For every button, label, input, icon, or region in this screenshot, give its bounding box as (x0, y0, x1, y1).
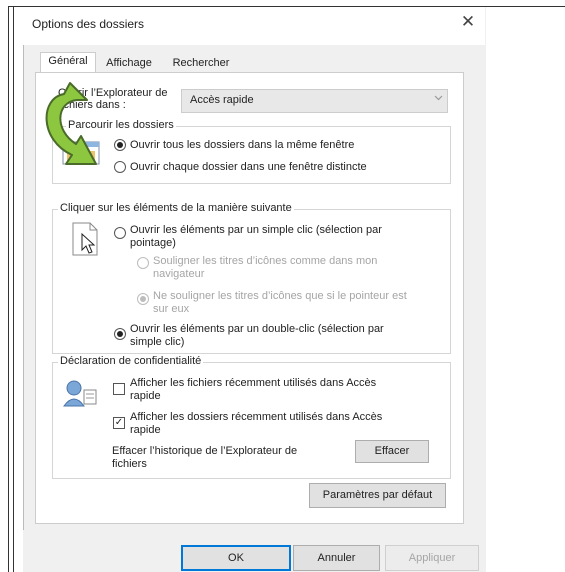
underline-browser-label-1: Souligner les titres d’icônes comme dans… (153, 255, 378, 267)
recent-folders-label-1: Afficher les dossiers récemment utilisés… (130, 411, 383, 423)
tab-general[interactable]: Général (40, 52, 96, 74)
tab-affichage[interactable]: Affichage (98, 55, 160, 72)
dialog-title: Options des dossiers (32, 17, 145, 31)
privacy-icon (62, 378, 98, 411)
clear-history-label-1: Effacer l’historique de l’Explorateur de (112, 445, 298, 457)
radio-same-window[interactable] (114, 139, 126, 151)
checkbox-recent-files[interactable] (113, 383, 125, 395)
recent-files-label-1: Afficher les fichiers récemment utilisés… (130, 377, 377, 389)
cancel-button[interactable]: Annuler (293, 545, 380, 571)
open-explorer-value: Accès rapide (190, 94, 254, 106)
same-window-label: Ouvrir tous les dossiers dans la même fe… (130, 139, 355, 151)
restore-defaults-button[interactable]: Paramètres par défaut (309, 483, 446, 508)
privacy-legend: Déclaration de confidentialité (58, 355, 204, 367)
chevron-down-icon (434, 93, 443, 105)
radio-underline-pointer[interactable] (137, 293, 149, 305)
double-click-label-1: Ouvrir les éléments par un double-clic (… (130, 323, 384, 335)
double-click-label-2: simple clic) (130, 336, 185, 348)
close-icon[interactable]: ✕ (458, 12, 478, 32)
pointer-document-icon (70, 222, 100, 259)
radio-single-click[interactable] (114, 227, 126, 239)
curved-arrow-icon (34, 80, 114, 178)
radio-separate-window[interactable] (114, 161, 126, 173)
tab-rechercher[interactable]: Rechercher (165, 55, 237, 72)
checkbox-recent-folders[interactable]: ✓ (113, 417, 125, 429)
recent-folders-label-2: rapide (130, 424, 161, 436)
frame-left-line (8, 6, 14, 572)
ok-button[interactable]: OK (181, 545, 291, 571)
underline-pointer-label-2: sur eux (153, 303, 190, 315)
recent-files-label-2: rapide (130, 390, 161, 402)
radio-underline-browser[interactable] (137, 257, 149, 269)
underline-browser-label-2: navigateur (153, 268, 205, 280)
apply-button[interactable]: Appliquer (385, 545, 479, 571)
radio-double-click[interactable] (114, 328, 126, 340)
clear-history-label-2: fichiers (112, 458, 147, 470)
single-click-label-2: pointage) (130, 237, 176, 249)
click-items-legend: Cliquer sur les éléments de la manière s… (58, 202, 294, 214)
underline-pointer-label-1: Ne souligner les titres d’icônes que si … (153, 290, 407, 302)
single-click-label-1: Ouvrir les éléments par un simple clic (… (130, 224, 382, 236)
separate-window-label: Ouvrir chaque dossier dans une fenêtre d… (130, 161, 367, 173)
clear-history-button[interactable]: Effacer (355, 440, 429, 463)
